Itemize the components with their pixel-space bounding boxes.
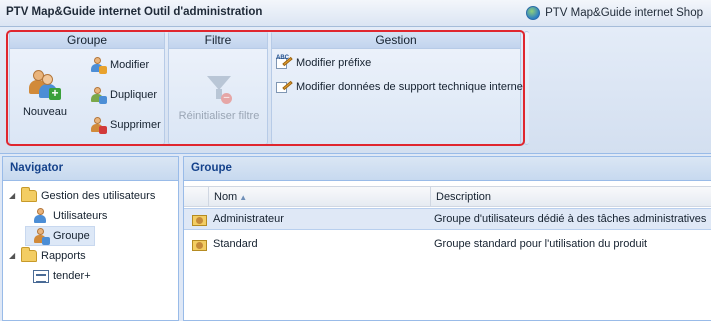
user-icon bbox=[33, 208, 49, 224]
modifier-support-label: Modifier données de support technique in… bbox=[296, 81, 523, 93]
supprimer-label: Supprimer bbox=[110, 119, 161, 131]
ribbon-group-filtre: Filtre – Réinitialiser filtre bbox=[168, 31, 268, 145]
group-title-groupe: Groupe bbox=[10, 32, 164, 49]
group-key-icon bbox=[192, 237, 208, 253]
column-description-label: Description bbox=[436, 191, 492, 203]
column-header-nom[interactable]: Nom ▲ bbox=[208, 187, 430, 207]
tree-item-groupe[interactable]: Groupe bbox=[25, 226, 95, 246]
tree-item-tender[interactable]: tender+ bbox=[33, 266, 91, 286]
column-header-description[interactable]: Description bbox=[430, 187, 711, 207]
collapse-arrow-icon[interactable]: ◢ bbox=[9, 186, 17, 206]
collapse-arrow-icon[interactable]: ◢ bbox=[9, 246, 17, 266]
ribbon: Groupe + Nouveau Modifier Dupliquer Supp… bbox=[0, 27, 711, 154]
cell-description: Groupe standard pour l'utilisation du pr… bbox=[434, 238, 648, 250]
modifier-prefixe-label: Modifier préfixe bbox=[296, 57, 372, 69]
edit-user-icon bbox=[90, 57, 107, 74]
tree-label: Gestion des utilisateurs bbox=[41, 190, 156, 202]
shop-link[interactable]: PTV Map&Guide internet Shop bbox=[526, 6, 703, 20]
modifier-support-button[interactable]: Modifier données de support technique in… bbox=[276, 80, 523, 94]
modifier-label: Modifier bbox=[110, 59, 150, 71]
reset-filter-label: Réinitialiser filtre bbox=[178, 110, 260, 122]
globe-icon bbox=[526, 6, 541, 20]
table-row[interactable]: Administrateur Groupe d'utilisateurs déd… bbox=[184, 208, 711, 230]
group-title-gestion: Gestion bbox=[272, 32, 520, 49]
column-nom-label: Nom bbox=[214, 191, 238, 203]
group-title-filtre: Filtre bbox=[169, 32, 267, 49]
reset-filter-button[interactable]: – Réinitialiser filtre bbox=[171, 76, 267, 122]
group-key-icon bbox=[192, 212, 208, 228]
cell-description: Groupe d'utilisateurs dédié à des tâches… bbox=[434, 213, 707, 225]
edit-text-icon: ABC bbox=[276, 55, 293, 70]
tree-item-utilisateurs[interactable]: Utilisateurs bbox=[33, 206, 107, 226]
tree-item-gestion-utilisateurs[interactable]: ◢ Gestion des utilisateurs bbox=[9, 186, 155, 206]
duplicate-user-icon bbox=[90, 87, 107, 104]
tree-item-rapports[interactable]: ◢ Rapports bbox=[9, 246, 86, 266]
shop-link-label: PTV Map&Guide internet Shop bbox=[545, 7, 703, 19]
filter-reset-icon: – bbox=[206, 76, 232, 106]
add-users-icon: + bbox=[29, 70, 61, 100]
delete-user-icon bbox=[90, 117, 107, 134]
dupliquer-label: Dupliquer bbox=[110, 89, 158, 101]
edit-document-icon bbox=[276, 80, 293, 94]
grid-header: Nom ▲ Description bbox=[184, 186, 711, 207]
folder-icon bbox=[21, 187, 37, 202]
dupliquer-button[interactable]: Dupliquer bbox=[90, 87, 158, 104]
tree-label: Groupe bbox=[53, 230, 90, 242]
nouveau-label: Nouveau bbox=[22, 106, 68, 118]
ribbon-group-extra bbox=[524, 31, 529, 145]
cell-name: Standard bbox=[213, 238, 258, 250]
ribbon-group-groupe: Groupe + Nouveau Modifier Dupliquer Supp… bbox=[9, 31, 165, 145]
supprimer-button[interactable]: Supprimer bbox=[90, 117, 161, 134]
cell-name: Administrateur bbox=[213, 213, 284, 225]
modifier-button[interactable]: Modifier bbox=[90, 57, 150, 74]
main-panel: Groupe Nom ▲ Description Administrateur G… bbox=[183, 156, 711, 321]
group-icon bbox=[33, 228, 50, 245]
app-title: PTV Map&Guide internet Outil d'administr… bbox=[6, 6, 263, 18]
ribbon-group-gestion: Gestion ABC Modifier préfixe Modifier do… bbox=[271, 31, 523, 145]
navigator-panel: Navigator ◢ Gestion des utilisateurs Uti… bbox=[2, 156, 179, 321]
tree-label: Utilisateurs bbox=[53, 210, 108, 222]
title-bar: PTV Map&Guide internet Outil d'administr… bbox=[0, 0, 711, 27]
tree-label: tender+ bbox=[53, 270, 91, 282]
main-title: Groupe bbox=[184, 157, 711, 181]
modifier-prefixe-button[interactable]: ABC Modifier préfixe bbox=[276, 55, 372, 70]
nouveau-button[interactable]: + Nouveau bbox=[20, 70, 70, 118]
folder-icon bbox=[21, 247, 37, 262]
table-row[interactable]: Standard Groupe standard pour l'utilisat… bbox=[184, 234, 711, 256]
report-icon bbox=[33, 269, 49, 283]
sort-ascending-icon: ▲ bbox=[239, 193, 248, 202]
tree-label: Rapports bbox=[41, 250, 86, 262]
navigator-title: Navigator bbox=[3, 157, 178, 181]
